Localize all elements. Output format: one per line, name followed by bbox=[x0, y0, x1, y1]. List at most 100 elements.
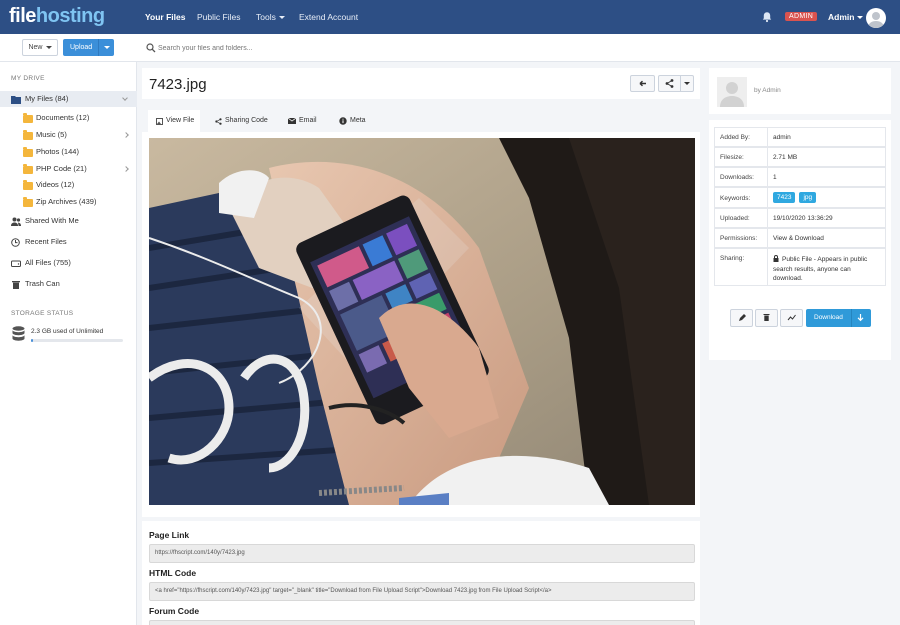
share-button[interactable] bbox=[658, 75, 694, 92]
search-icon bbox=[146, 43, 156, 53]
file-tabs: View File Sharing Code Email Meta bbox=[142, 110, 700, 132]
owner-label: by Admin bbox=[754, 87, 781, 94]
detail-row: Added By: admin bbox=[714, 127, 886, 147]
upload-button[interactable]: Upload bbox=[63, 39, 114, 56]
folder-icon bbox=[23, 164, 33, 174]
stats-button[interactable] bbox=[780, 309, 803, 327]
user-menu[interactable]: Admin bbox=[828, 12, 864, 22]
sidebar-item-shared-with-me[interactable]: Shared With Me bbox=[0, 213, 137, 229]
divider bbox=[680, 76, 681, 91]
arrow-left-icon bbox=[639, 80, 646, 87]
folder-icon bbox=[23, 197, 33, 207]
chevron-down-icon bbox=[278, 16, 285, 20]
detail-row: Downloads: 1 bbox=[714, 167, 886, 187]
trash-icon bbox=[12, 281, 20, 289]
chevron-right-icon[interactable] bbox=[123, 166, 129, 172]
file-actions: Download bbox=[709, 304, 891, 336]
detail-row: Permissions: View & Download bbox=[714, 228, 886, 248]
main-content: 7423.jpg View File Sharing Code Email Me… bbox=[142, 68, 700, 625]
folder-open-icon bbox=[11, 96, 21, 104]
sidebar-item-folder[interactable]: Videos (12) bbox=[0, 177, 137, 193]
bell-icon[interactable] bbox=[761, 11, 773, 23]
storage-text: 2.3 GB used of Unlimited bbox=[31, 328, 104, 335]
owner-card: by Admin bbox=[709, 68, 891, 114]
folder-icon bbox=[23, 180, 33, 190]
html-code-title: HTML Code bbox=[149, 568, 197, 578]
file-preview-panel bbox=[142, 132, 700, 517]
folder-icon bbox=[23, 130, 33, 140]
sidebar-item-my-files[interactable]: My Files (84) bbox=[0, 91, 137, 107]
avatar[interactable] bbox=[866, 8, 886, 28]
info-icon bbox=[339, 117, 347, 125]
divider bbox=[851, 309, 852, 327]
nav-extend-account[interactable]: Extend Account bbox=[299, 12, 358, 22]
forum-code-title: Forum Code bbox=[149, 606, 200, 616]
nav-your-files[interactable]: Your Files bbox=[145, 12, 185, 22]
section-title-storage: STORAGE STATUS bbox=[11, 310, 74, 317]
users-icon bbox=[11, 217, 21, 226]
download-button[interactable]: Download bbox=[806, 309, 871, 327]
sidebar-item-trash-can[interactable]: Trash Can bbox=[0, 276, 137, 292]
sidebar: MY DRIVE My Files (84) Documents (12) Mu… bbox=[0, 62, 137, 625]
sidebar-item-folder[interactable]: PHP Code (21) bbox=[0, 161, 137, 177]
new-button[interactable]: New bbox=[22, 39, 58, 56]
chevron-right-icon[interactable] bbox=[123, 132, 129, 138]
share-links-panel: Page Link https://fhscript.com/140y/7423… bbox=[142, 521, 700, 625]
clock-icon bbox=[11, 238, 20, 247]
html-code-field[interactable]: <a href="https://fhscript.com/140y/7423.… bbox=[149, 582, 695, 601]
back-button[interactable] bbox=[630, 75, 655, 92]
pencil-icon bbox=[739, 314, 746, 321]
share-icon bbox=[215, 118, 222, 125]
sidebar-item-folder[interactable]: Documents (12) bbox=[0, 110, 137, 126]
avatar bbox=[717, 77, 747, 107]
detail-row: Keywords: 7423 jpg bbox=[714, 187, 886, 208]
folder-icon bbox=[23, 113, 33, 123]
page-title: 7423.jpg bbox=[149, 76, 207, 93]
tab-meta[interactable]: Meta bbox=[330, 110, 366, 132]
envelope-icon bbox=[288, 118, 296, 124]
folder-icon bbox=[23, 147, 33, 157]
file-header: 7423.jpg bbox=[142, 68, 700, 99]
storage-progress-fill bbox=[31, 339, 33, 342]
sidebar-item-folder[interactable]: Music (5) bbox=[0, 127, 137, 143]
admin-badge: ADMIN bbox=[785, 12, 818, 21]
delete-button[interactable] bbox=[755, 309, 778, 327]
storage-progress-bar bbox=[31, 339, 123, 342]
detail-row: Filesize: 2.71 MB bbox=[714, 147, 886, 167]
divider bbox=[98, 39, 99, 56]
page-link-field[interactable]: https://fhscript.com/140y/7423.jpg bbox=[149, 544, 695, 563]
keyword-tag[interactable]: jpg bbox=[799, 192, 817, 203]
share-icon bbox=[665, 79, 674, 88]
arrow-down-icon[interactable] bbox=[857, 314, 864, 322]
image-icon bbox=[156, 118, 163, 125]
nav-public-files[interactable]: Public Files bbox=[197, 12, 240, 22]
detail-row: Sharing: Public File - Appears in public… bbox=[714, 248, 886, 286]
file-preview-image[interactable] bbox=[149, 138, 695, 505]
chevron-down-icon[interactable] bbox=[122, 95, 128, 101]
sidebar-item-folder[interactable]: Zip Archives (439) bbox=[0, 194, 137, 210]
drive-icon bbox=[11, 260, 21, 267]
sidebar-item-folder[interactable]: Photos (144) bbox=[0, 144, 137, 160]
tab-view-file[interactable]: View File bbox=[148, 110, 200, 132]
trash-icon bbox=[763, 314, 770, 321]
keyword-tag[interactable]: 7423 bbox=[773, 192, 796, 203]
brand-logo[interactable]: filehosting bbox=[9, 5, 105, 28]
top-navbar: filehosting Your Files Public Files Tool… bbox=[0, 0, 900, 34]
edit-button[interactable] bbox=[730, 309, 753, 327]
chevron-down-icon[interactable] bbox=[684, 82, 690, 85]
page-link-title: Page Link bbox=[149, 530, 190, 540]
section-title-my-drive: MY DRIVE bbox=[11, 75, 45, 82]
tab-email[interactable]: Email bbox=[280, 110, 318, 132]
forum-code-field[interactable] bbox=[149, 620, 695, 625]
sidebar-item-recent-files[interactable]: Recent Files bbox=[0, 234, 137, 250]
chevron-down-icon[interactable] bbox=[104, 46, 110, 49]
database-icon bbox=[12, 326, 25, 341]
detail-row: Uploaded: 19/10/2020 13:36:29 bbox=[714, 208, 886, 228]
nav-tools[interactable]: Tools bbox=[256, 12, 285, 22]
tab-sharing-code[interactable]: Sharing Code bbox=[208, 110, 270, 132]
search-input[interactable] bbox=[158, 42, 458, 54]
chevron-down-icon bbox=[45, 45, 52, 49]
chart-line-icon bbox=[787, 314, 796, 321]
sidebar-item-all-files[interactable]: All Files (755) bbox=[0, 255, 137, 271]
chevron-down-icon bbox=[857, 16, 864, 20]
